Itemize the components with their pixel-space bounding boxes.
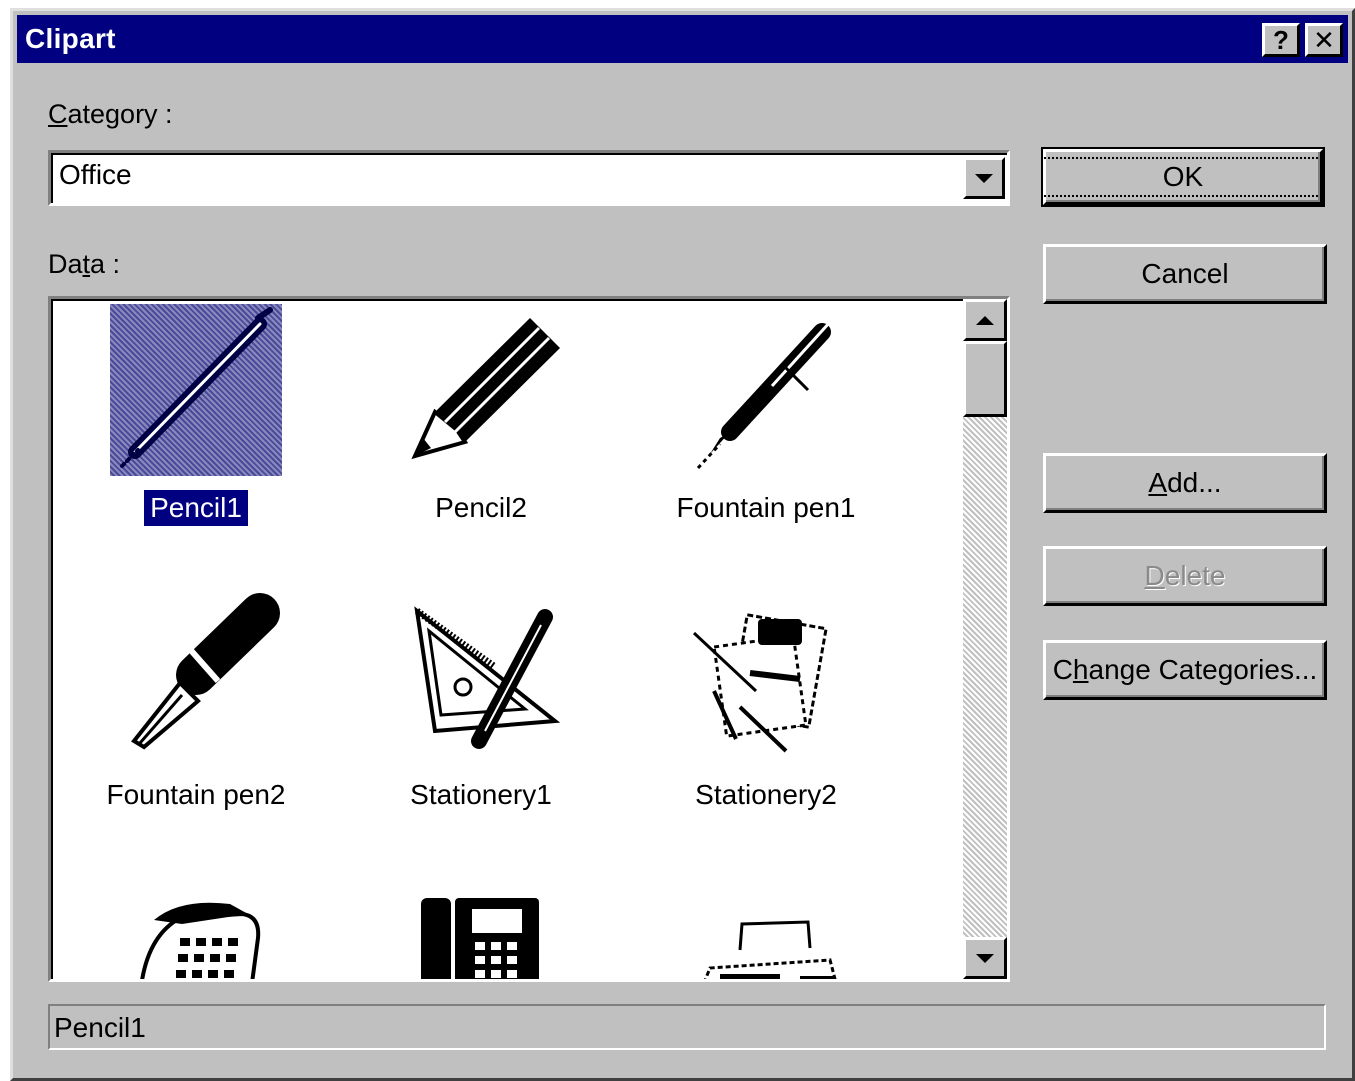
item-caption: Pencil1: [144, 490, 248, 526]
clipart-dialog: Clipart ? ✕ Category : Office Data : Pen…: [10, 8, 1355, 1081]
item-caption: Fountain pen2: [106, 779, 286, 810]
item-caption: Fountain pen1: [676, 492, 856, 523]
pencil-icon: [411, 318, 560, 460]
fountain-pen-nib-icon: [131, 593, 280, 750]
category-combobox[interactable]: Office: [48, 150, 1010, 206]
selected-item-value: Pencil1: [54, 1012, 146, 1043]
ok-button[interactable]: OK: [1040, 147, 1326, 207]
list-item[interactable]: Fountain pen1: [646, 304, 886, 526]
item-caption: Stationery1: [410, 779, 552, 810]
list-item[interactable]: Pencil1: [76, 304, 316, 526]
window-title: Clipart: [25, 23, 116, 54]
title-bar[interactable]: Clipart ? ✕: [17, 15, 1348, 63]
arrow-down-icon: [976, 953, 994, 963]
stationery-icon: [692, 613, 828, 753]
cancel-button[interactable]: Cancel: [1043, 244, 1327, 304]
chevron-down-icon: [975, 173, 993, 183]
change-categories-button[interactable]: Change Categories...: [1043, 640, 1327, 700]
change-categories-label: Change Categories...: [1052, 654, 1318, 685]
cancel-label: Cancel: [1141, 258, 1229, 289]
desk-phone-icon: [421, 898, 539, 979]
telephone-icon: [140, 902, 261, 979]
item-caption: Stationery2: [695, 779, 837, 810]
arrow-up-icon: [976, 315, 994, 325]
list-item[interactable]: Stationery1: [361, 591, 601, 813]
category-value: Office: [59, 159, 132, 190]
item-caption: Pencil2: [435, 492, 527, 523]
vertical-scrollbar[interactable]: [963, 299, 1007, 979]
list-item[interactable]: [361, 878, 601, 979]
data-label: Data :: [48, 249, 121, 279]
clipart-list[interactable]: Pencil1 Pencil2 Fountain pen1 Fountain p…: [48, 296, 1010, 982]
list-item[interactable]: Stationery2: [646, 591, 886, 813]
fax-machine-icon: [703, 920, 837, 979]
set-square-pencil-icon: [414, 606, 561, 749]
category-dropdown-button[interactable]: [963, 157, 1005, 199]
fountain-pen-icon: [696, 320, 832, 470]
add-label: Add...: [1148, 467, 1222, 498]
category-label: Category :: [48, 99, 173, 129]
selected-item-field: Pencil1: [48, 1004, 1326, 1050]
close-button[interactable]: ✕: [1305, 23, 1343, 57]
list-item[interactable]: Pencil2: [361, 304, 601, 526]
list-item[interactable]: [76, 878, 316, 979]
list-item[interactable]: [646, 878, 886, 979]
help-button[interactable]: ?: [1262, 23, 1300, 57]
delete-button[interactable]: Delete: [1043, 546, 1327, 606]
delete-label: Delete: [1144, 560, 1226, 591]
list-item[interactable]: Fountain pen2: [76, 591, 316, 813]
add-button[interactable]: Add...: [1043, 453, 1327, 513]
scroll-up-button[interactable]: [963, 299, 1007, 341]
help-icon: ?: [1273, 25, 1289, 55]
close-icon: ✕: [1313, 25, 1335, 55]
ok-label: OK: [1040, 157, 1326, 197]
pencil-icon: [110, 304, 282, 476]
scroll-down-button[interactable]: [963, 937, 1007, 979]
scroll-thumb[interactable]: [963, 341, 1007, 417]
